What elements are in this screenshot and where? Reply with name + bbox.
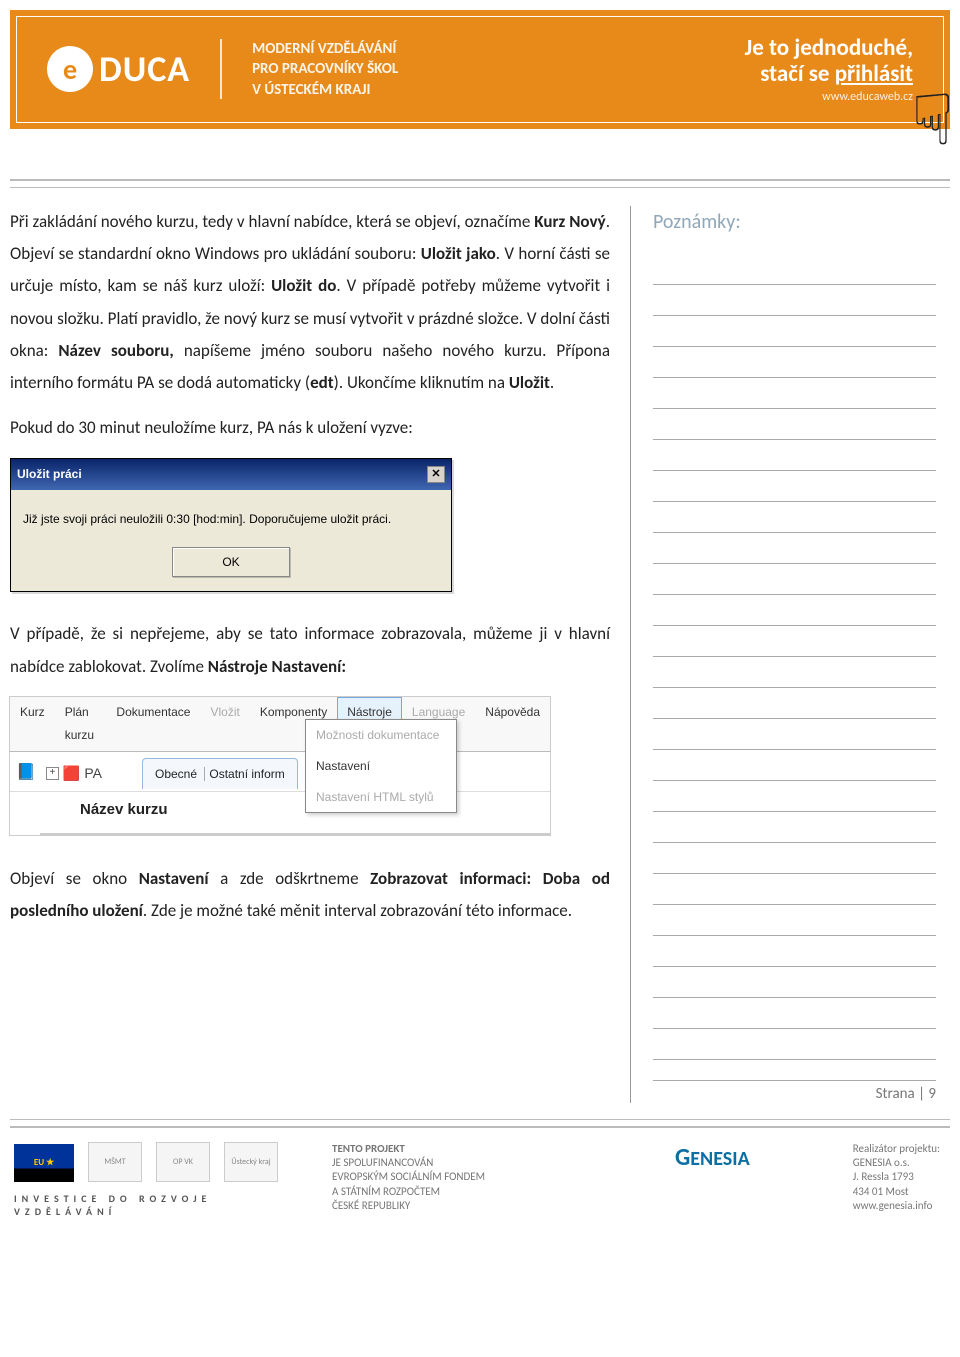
eu-flag-icon: EU ★: [14, 1144, 74, 1182]
menu-vlozit: Vložit: [200, 697, 249, 751]
note-line: [653, 657, 936, 688]
tree-label: PA: [84, 760, 102, 787]
header-slogan: Je to jednoduché, stačí se přihlásit www…: [745, 35, 913, 104]
footer-funding-text: TENTO PROJEKT JE SPOLUFINANCOVÁN EVROPSK…: [332, 1142, 572, 1213]
note-line: [653, 626, 936, 657]
register-link[interactable]: přihlásit: [835, 60, 913, 88]
cursor-hand-icon: ☟: [911, 77, 954, 163]
horizontal-divider: [10, 179, 950, 188]
menubar: Kurz Plán kurzu Dokumentace Vložit Kompo…: [10, 697, 550, 752]
divider-icon: [220, 39, 222, 99]
page-footer: EU ★ MŠMT OP VK Ústecký kraj INVESTICE D…: [0, 1138, 960, 1238]
page-header: e DUCA MODERNÍ VZDĚLÁVÁNÍ PRO PRACOVNÍKY…: [10, 10, 950, 129]
dropdown-html-styly: Nastavení HTML stylů: [306, 782, 456, 813]
menubar-screenshot: Kurz Plán kurzu Dokumentace Vložit Kompo…: [10, 697, 550, 835]
note-line: [653, 998, 936, 1029]
tree-node[interactable]: + 🟥 PA: [46, 760, 102, 787]
header-url[interactable]: www.educaweb.cz: [745, 90, 913, 104]
genesia-logo: GENESIA: [675, 1147, 750, 1171]
book-icon[interactable]: 📘: [16, 758, 36, 788]
slogan-line2a: stačí se: [760, 60, 834, 88]
note-line: [653, 750, 936, 781]
note-line: [653, 409, 936, 440]
note-line: [653, 843, 936, 874]
notes-sidebar: Poznámky: Strana | 9: [630, 206, 950, 1103]
plus-icon[interactable]: +: [46, 767, 59, 780]
page-number: Strana | 9: [653, 1080, 936, 1103]
note-line: [653, 254, 936, 285]
main-content: Při zakládání nového kurzu, tedy v hlavn…: [10, 206, 610, 1103]
menu-napoveda[interactable]: Nápověda: [475, 697, 550, 751]
invest-tagline: INVESTICE DO ROZVOJE VZDĚLÁVÁNÍ: [14, 1192, 314, 1218]
save-work-dialog: Uložit práci ✕ Již jste svoji práci neul…: [10, 458, 452, 592]
horizontal-divider: [10, 1119, 950, 1128]
note-line: [653, 471, 936, 502]
note-line: [653, 936, 936, 967]
ok-button[interactable]: OK: [172, 547, 290, 578]
logo-text: DUCA: [99, 47, 190, 91]
tools-dropdown: Možnosti dokumentace Nastavení Nastavení…: [305, 719, 457, 813]
header-subtitle: MODERNÍ VZDĚLÁVÁNÍ PRO PRACOVNÍKY ŠKOL V…: [252, 39, 398, 100]
menu-plan-kurzu[interactable]: Plán kurzu: [55, 697, 107, 751]
note-line: [653, 502, 936, 533]
paragraph-2: Pokud do 30 minut neuložíme kurz, PA nás…: [10, 412, 610, 444]
notes-title: Poznámky:: [653, 210, 936, 234]
opvk-logo-icon: OP VK: [156, 1142, 210, 1182]
footer-contact: Realizátor projektu: GENESIA o.s. J. Res…: [853, 1142, 940, 1213]
course-title-label: Název kurzu: [40, 792, 550, 835]
msmt-logo-icon: MŠMT: [88, 1142, 142, 1182]
logo-e-icon: e: [47, 46, 93, 92]
note-line: [653, 781, 936, 812]
tab-obecne[interactable]: Obecné Ostatní inform: [142, 758, 298, 790]
subtitle-line: V ÚSTECKÉM KRAJI: [252, 80, 398, 100]
note-line: [653, 347, 936, 378]
note-line: [653, 967, 936, 998]
note-line: [653, 688, 936, 719]
note-line: [653, 874, 936, 905]
dropdown-moznosti: Možnosti dokumentace: [306, 720, 456, 751]
subtitle-line: PRO PRACOVNÍKY ŠKOL: [252, 59, 398, 79]
note-line: [653, 285, 936, 316]
region-logo-icon: Ústecký kraj: [224, 1142, 278, 1182]
paragraph-4: Objeví se okno Nastavení a zde odškrtnem…: [10, 863, 610, 928]
menu-kurz[interactable]: Kurz: [10, 697, 55, 751]
note-line: [653, 440, 936, 471]
dialog-title: Uložit práci: [17, 463, 82, 486]
slogan-line1: Je to jednoduché,: [745, 35, 913, 61]
note-line: [653, 812, 936, 843]
folder-icon: 🟥: [63, 760, 80, 787]
paragraph-1: Při zakládání nového kurzu, tedy v hlavn…: [10, 206, 610, 400]
close-icon[interactable]: ✕: [427, 466, 445, 483]
note-line: [653, 378, 936, 409]
dropdown-nastaveni[interactable]: Nastavení: [306, 751, 456, 782]
note-line: [653, 564, 936, 595]
paragraph-3: V případě, že si nepřejeme, aby se tato …: [10, 618, 610, 683]
menu-dokumentace[interactable]: Dokumentace: [106, 697, 200, 751]
note-line: [653, 719, 936, 750]
subtitle-line: MODERNÍ VZDĚLÁVÁNÍ: [252, 39, 398, 59]
note-line: [653, 316, 936, 347]
note-line: [653, 905, 936, 936]
educa-logo: e DUCA: [47, 46, 190, 92]
note-line: [653, 533, 936, 564]
note-line: [653, 1029, 936, 1060]
note-line: [653, 595, 936, 626]
dialog-message: Již jste svoji práci neuložili 0:30 [hod…: [23, 508, 439, 531]
